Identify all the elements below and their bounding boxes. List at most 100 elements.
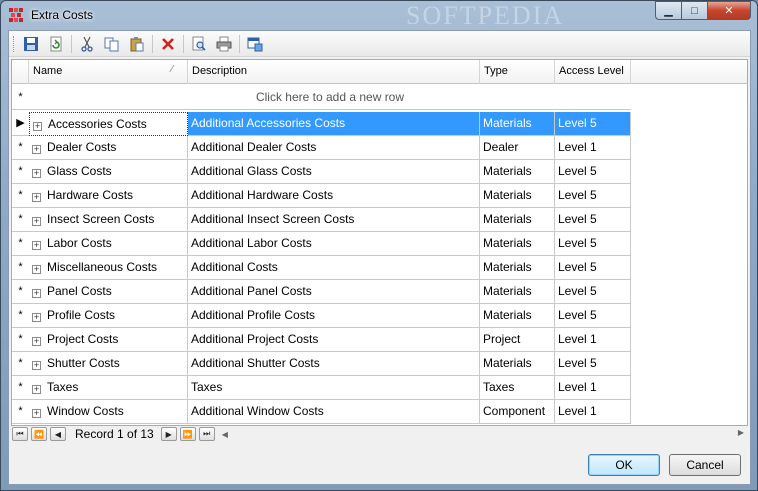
cell-name[interactable]: + Shutter Costs <box>29 352 188 376</box>
cell-access-level[interactable]: Level 5 <box>555 112 631 136</box>
cell-name[interactable]: + Miscellaneous Costs <box>29 256 188 280</box>
scroll-right-arrow-icon[interactable]: ▶ <box>738 428 744 437</box>
cell-type[interactable]: Materials <box>480 184 555 208</box>
cell-access-level[interactable]: Level 5 <box>555 232 631 256</box>
row-indicator[interactable]: * <box>12 400 29 424</box>
cell-name[interactable]: + Window Costs <box>29 400 188 424</box>
row-indicator[interactable]: * <box>12 328 29 352</box>
cell-description[interactable]: Additional Dealer Costs <box>188 136 480 160</box>
cell-type[interactable]: Taxes <box>480 376 555 400</box>
cell-access-level[interactable]: Level 1 <box>555 376 631 400</box>
ok-button[interactable]: OK <box>588 454 660 476</box>
expand-icon[interactable]: + <box>32 409 41 418</box>
table-row[interactable]: * + Project Costs Additional Project Costs P… <box>12 328 631 352</box>
table-row[interactable]: * + Shutter Costs Additional Shutter Costs M… <box>12 352 631 376</box>
maximize-button[interactable]: □ <box>681 1 707 20</box>
title-bar[interactable]: Extra Costs SOFTPEDIA ▁ □ ✕ <box>1 1 757 30</box>
save-icon[interactable] <box>20 33 42 55</box>
cell-type[interactable]: Component <box>480 400 555 424</box>
row-indicator[interactable]: * <box>12 352 29 376</box>
cell-name[interactable]: + Project Costs <box>29 328 188 352</box>
cell-type[interactable]: Materials <box>480 352 555 376</box>
toolbar-grip[interactable] <box>13 35 16 52</box>
cell-name[interactable]: + Panel Costs <box>29 280 188 304</box>
row-indicator[interactable]: * <box>12 208 29 232</box>
expand-icon[interactable]: + <box>32 193 41 202</box>
cancel-button[interactable]: Cancel <box>669 454 741 476</box>
cell-description[interactable]: Additional Window Costs <box>188 400 480 424</box>
cell-access-level[interactable]: Level 5 <box>555 304 631 328</box>
cell-description[interactable]: Additional Shutter Costs <box>188 352 480 376</box>
cell-description[interactable]: Additional Hardware Costs <box>188 184 480 208</box>
table-row[interactable]: * + Glass Costs Additional Glass Costs Mater… <box>12 160 631 184</box>
cell-description[interactable]: Additional Costs <box>188 256 480 280</box>
cell-type[interactable]: Materials <box>480 304 555 328</box>
cell-name[interactable]: + Taxes <box>29 376 188 400</box>
scroll-left-arrow-icon[interactable]: ◀ <box>222 430 228 439</box>
copy-icon[interactable] <box>101 33 123 55</box>
cell-type[interactable]: Materials <box>480 256 555 280</box>
cell-name[interactable]: + Glass Costs <box>29 160 188 184</box>
close-button[interactable]: ✕ <box>707 1 751 20</box>
cell-access-level[interactable]: Level 5 <box>555 160 631 184</box>
cell-description[interactable]: Additional Labor Costs <box>188 232 480 256</box>
print-preview-icon[interactable] <box>188 33 210 55</box>
previous-page-button[interactable]: ⏪ <box>31 427 47 441</box>
expand-icon[interactable]: + <box>32 361 41 370</box>
cell-description[interactable]: Taxes <box>188 376 480 400</box>
cell-access-level[interactable]: Level 5 <box>555 256 631 280</box>
last-record-button[interactable]: ⏭ <box>198 427 215 441</box>
cell-description[interactable]: Additional Project Costs <box>188 328 480 352</box>
row-indicator[interactable]: * <box>12 280 29 304</box>
expand-icon[interactable]: + <box>32 145 41 154</box>
table-row[interactable]: * + Taxes Taxes Taxes Level 1 <box>12 376 631 400</box>
print-icon[interactable] <box>213 33 235 55</box>
table-row[interactable]: * + Panel Costs Additional Panel Costs Mater… <box>12 280 631 304</box>
expand-icon[interactable]: + <box>32 337 41 346</box>
cell-access-level[interactable]: Level 5 <box>555 352 631 376</box>
paste-icon[interactable] <box>126 33 148 55</box>
row-indicator[interactable]: * <box>12 256 29 280</box>
row-indicator[interactable]: * <box>12 136 29 160</box>
cell-description[interactable]: Additional Insect Screen Costs <box>188 208 480 232</box>
column-header-type[interactable]: Type <box>480 60 555 84</box>
cell-access-level[interactable]: Level 5 <box>555 280 631 304</box>
cell-name[interactable]: + Hardware Costs <box>29 184 188 208</box>
expand-icon[interactable]: + <box>32 313 41 322</box>
cell-name[interactable]: + Labor Costs <box>29 232 188 256</box>
cell-type[interactable]: Dealer <box>480 136 555 160</box>
new-row-prompt[interactable]: Click here to add a new row <box>29 84 631 110</box>
cut-icon[interactable] <box>76 33 98 55</box>
cell-access-level[interactable]: Level 1 <box>555 328 631 352</box>
table-row[interactable]: * + Dealer Costs Additional Dealer Costs Dea… <box>12 136 631 160</box>
next-record-button[interactable]: ▶ <box>160 427 177 441</box>
cell-description[interactable]: Additional Panel Costs <box>188 280 480 304</box>
cell-access-level[interactable]: Level 5 <box>555 208 631 232</box>
cell-name[interactable]: + Dealer Costs <box>29 136 188 160</box>
cell-name[interactable]: + Accessories Costs <box>29 112 188 136</box>
extra-costs-grid[interactable]: Name ⁄ Description Type Access Level * C… <box>11 59 748 426</box>
row-indicator[interactable]: * <box>12 376 29 400</box>
cell-type[interactable]: Materials <box>480 160 555 184</box>
expand-icon[interactable]: + <box>32 169 41 178</box>
column-header-name[interactable]: Name ⁄ <box>29 60 188 84</box>
expand-icon[interactable]: + <box>32 385 41 394</box>
expand-icon[interactable]: + <box>32 289 41 298</box>
table-row[interactable]: * + Hardware Costs Additional Hardware Cost… <box>12 184 631 208</box>
next-page-button[interactable]: ⏩ <box>179 427 196 441</box>
delete-icon[interactable] <box>157 33 179 55</box>
expand-icon[interactable]: + <box>32 265 41 274</box>
expand-icon[interactable]: + <box>33 122 42 131</box>
row-indicator[interactable]: * <box>12 160 29 184</box>
column-header-access-level[interactable]: Access Level <box>555 60 631 84</box>
row-indicator[interactable]: * <box>12 184 29 208</box>
cell-name[interactable]: + Profile Costs <box>29 304 188 328</box>
new-row[interactable]: * Click here to add a new row <box>12 84 631 110</box>
cell-type[interactable]: Materials <box>480 232 555 256</box>
row-indicator[interactable]: * <box>12 232 29 256</box>
expand-icon[interactable]: + <box>32 241 41 250</box>
cell-type[interactable]: Project <box>480 328 555 352</box>
cell-description[interactable]: Additional Glass Costs <box>188 160 480 184</box>
cell-type[interactable]: Materials <box>480 112 555 136</box>
cell-type[interactable]: Materials <box>480 280 555 304</box>
